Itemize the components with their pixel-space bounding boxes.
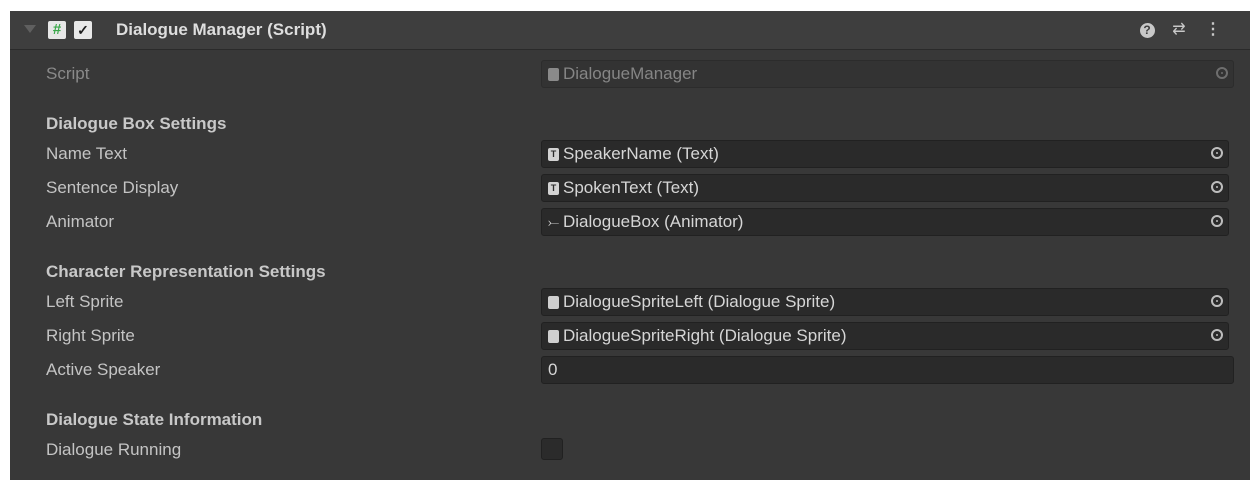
- sentence-display-field[interactable]: T SpokenText (Text): [541, 174, 1229, 202]
- text-component-icon: T: [548, 182, 559, 195]
- inspector-component-panel: # ✓ Dialogue Manager (Script) ? ⇄ ⋮ Scri…: [10, 11, 1250, 480]
- sentence-display-value: SpokenText (Text): [563, 178, 700, 197]
- section-heading-character: Character Representation Settings: [46, 262, 326, 281]
- presets-icon[interactable]: ⇄: [1170, 20, 1188, 40]
- left-sprite-label: Left Sprite: [46, 292, 124, 311]
- script-component-icon: [548, 296, 559, 309]
- sentence-display-label: Sentence Display: [46, 178, 179, 197]
- script-value: DialogueManager: [563, 64, 698, 83]
- animator-icon: ⤚: [548, 214, 560, 230]
- active-speaker-input[interactable]: 0: [541, 356, 1234, 384]
- animator-field[interactable]: ⤚ DialogueBox (Animator): [541, 208, 1229, 236]
- left-sprite-field[interactable]: DialogueSpriteLeft (Dialogue Sprite): [541, 288, 1229, 316]
- text-component-icon: T: [548, 148, 559, 161]
- object-picker-icon[interactable]: [1211, 147, 1223, 159]
- object-picker-icon[interactable]: [1211, 295, 1223, 307]
- section-heading-state: Dialogue State Information: [46, 410, 263, 429]
- section-heading-dialogue-box: Dialogue Box Settings: [46, 114, 227, 133]
- help-icon[interactable]: ?: [1138, 20, 1156, 40]
- script-icon: #: [48, 21, 66, 39]
- object-picker-icon: [1216, 67, 1228, 79]
- object-picker-icon[interactable]: [1211, 181, 1223, 193]
- name-text-field[interactable]: T SpeakerName (Text): [541, 140, 1229, 168]
- object-picker-icon[interactable]: [1211, 329, 1223, 341]
- name-text-label: Name Text: [46, 144, 127, 163]
- animator-label: Animator: [46, 212, 115, 231]
- script-component-icon: [548, 330, 559, 343]
- right-sprite-label: Right Sprite: [46, 326, 135, 345]
- right-sprite-value: DialogueSpriteRight (Dialogue Sprite): [563, 326, 847, 345]
- dialogue-running-label: Dialogue Running: [46, 440, 182, 459]
- component-header[interactable]: # ✓ Dialogue Manager (Script) ? ⇄ ⋮: [10, 11, 1250, 50]
- script-field: DialogueManager: [541, 60, 1234, 88]
- active-speaker-value: 0: [548, 360, 558, 379]
- active-speaker-label: Active Speaker: [46, 360, 161, 379]
- help-glyph: ?: [1139, 23, 1155, 38]
- script-label: Script: [46, 64, 90, 83]
- name-text-value: SpeakerName (Text): [563, 144, 719, 163]
- component-title: Dialogue Manager (Script): [116, 20, 327, 39]
- foldout-arrow-icon[interactable]: [24, 25, 36, 33]
- animator-value: DialogueBox (Animator): [563, 212, 744, 231]
- component-enabled-checkbox[interactable]: ✓: [74, 21, 92, 39]
- object-picker-icon[interactable]: [1211, 215, 1223, 227]
- dialogue-running-checkbox[interactable]: [541, 438, 563, 460]
- more-options-icon[interactable]: ⋮: [1204, 20, 1222, 40]
- right-sprite-field[interactable]: DialogueSpriteRight (Dialogue Sprite): [541, 322, 1229, 350]
- script-file-icon: [548, 68, 559, 81]
- left-sprite-value: DialogueSpriteLeft (Dialogue Sprite): [563, 292, 836, 311]
